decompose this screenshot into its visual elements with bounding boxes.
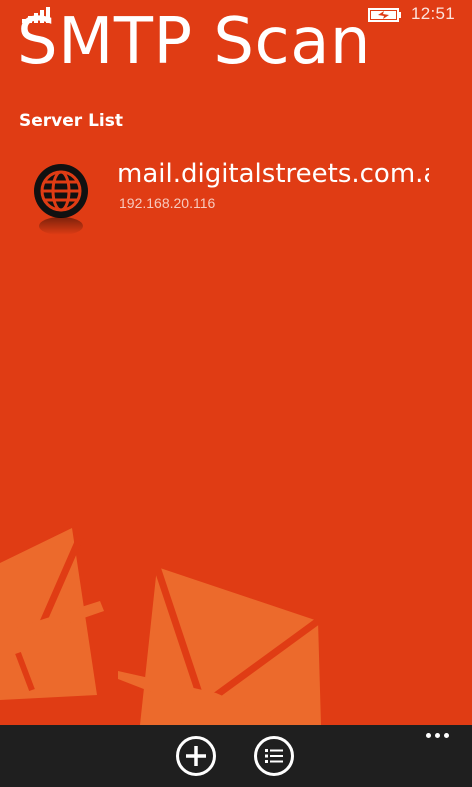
server-ip-address: 192.168.20.116 [119, 195, 216, 211]
list-button[interactable] [254, 736, 294, 776]
app-screen: 12:51 SMTP Scan Server List mail.digital… [0, 0, 472, 787]
envelope-background-decoration [0, 528, 321, 725]
ellipsis-dot [435, 733, 440, 738]
app-title: SMTP Scan [17, 5, 371, 79]
ellipsis-icon[interactable] [424, 728, 452, 742]
status-time: 12:51 [411, 4, 456, 23]
list-item[interactable]: mail.digitalstreets.com.au 192.168.20.11… [0, 150, 472, 242]
list-icon [265, 749, 283, 763]
add-server-button[interactable] [176, 736, 216, 776]
section-label: Server List [19, 111, 123, 131]
add-icon [186, 746, 206, 766]
globe-icon [34, 164, 88, 235]
app-bar [0, 725, 472, 787]
ellipsis-dot [426, 733, 431, 738]
ellipsis-dot [444, 733, 449, 738]
server-hostname: mail.digitalstreets.com.au [117, 159, 429, 189]
battery-charging-icon [368, 8, 401, 22]
